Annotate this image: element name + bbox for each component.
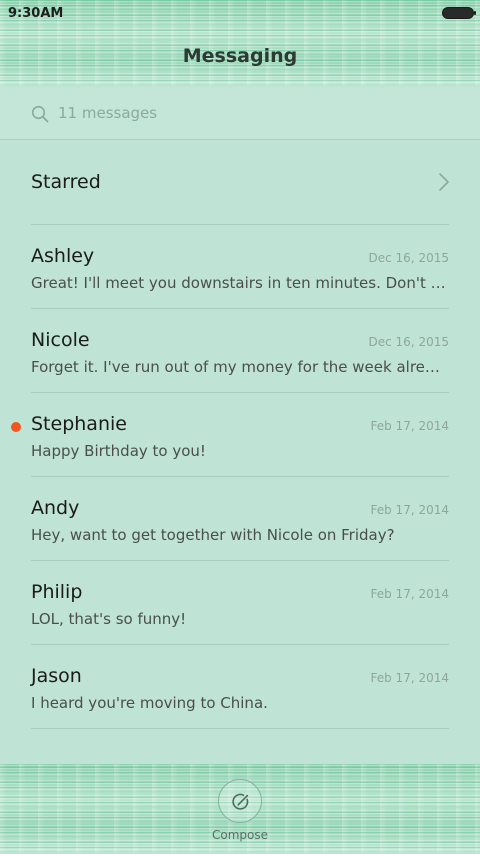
bottom-bar: Compose (0, 764, 480, 853)
message-date: Dec 16, 2015 (368, 251, 449, 265)
message-date: Dec 16, 2015 (368, 335, 449, 349)
conversation-row[interactable]: Philip Feb 17, 2014 LOL, that's so funny… (0, 561, 480, 645)
battery-icon (443, 8, 476, 18)
compose-button[interactable]: Compose (212, 778, 268, 854)
message-preview: Happy Birthday to you! (31, 442, 206, 460)
search-icon (31, 105, 49, 123)
contact-name: Jason (31, 665, 82, 687)
message-preview: Hey, want to get together with Nicole on… (31, 526, 395, 544)
starred-row[interactable]: Starred (0, 140, 480, 224)
conversation-row[interactable]: Andy Feb 17, 2014 Hey, want to get toget… (0, 477, 480, 561)
message-date: Feb 17, 2014 (370, 671, 450, 685)
page-title: Messaging (182, 45, 298, 67)
contact-name: Nicole (31, 329, 90, 351)
compose-label: Compose (211, 828, 268, 842)
conversation-row[interactable]: Jason Feb 17, 2014 I heard you're moving… (0, 645, 480, 729)
message-preview: LOL, that's so funny! (31, 610, 187, 628)
message-date: Feb 17, 2014 (370, 503, 450, 517)
chevron-right-icon (439, 173, 449, 191)
contact-name: Philip (31, 581, 83, 603)
search-input[interactable] (58, 101, 438, 125)
message-preview: I heard you're moving to China. (31, 694, 268, 712)
compose-circle (218, 779, 262, 823)
search-bar[interactable] (0, 87, 480, 140)
message-preview: Forget it. I've run out of my money for … (31, 358, 449, 376)
compose-icon (232, 793, 249, 810)
contact-name: Stephanie (31, 413, 127, 435)
conversation-row[interactable]: Stephanie Feb 17, 2014 Happy Birthday to… (0, 393, 480, 477)
contact-name: Ashley (31, 245, 95, 267)
contact-name: Andy (31, 497, 80, 519)
message-date: Feb 17, 2014 (370, 419, 450, 433)
status-bar: 9:30AM (0, 0, 480, 26)
conversation-row[interactable]: Nicole Dec 16, 2015 Forget it. I've run … (0, 309, 480, 393)
header: 9:30AM Messaging (0, 0, 480, 86)
message-date: Feb 17, 2014 (370, 587, 450, 601)
unread-indicator (11, 422, 21, 432)
message-preview: Great! I'll meet you downstairs in ten m… (31, 274, 449, 292)
starred-label: Starred (31, 171, 101, 193)
conversation-row[interactable]: Ashley Dec 16, 2015 Great! I'll meet you… (0, 225, 480, 309)
status-time: 9:30AM (8, 6, 64, 21)
divider (31, 728, 449, 729)
